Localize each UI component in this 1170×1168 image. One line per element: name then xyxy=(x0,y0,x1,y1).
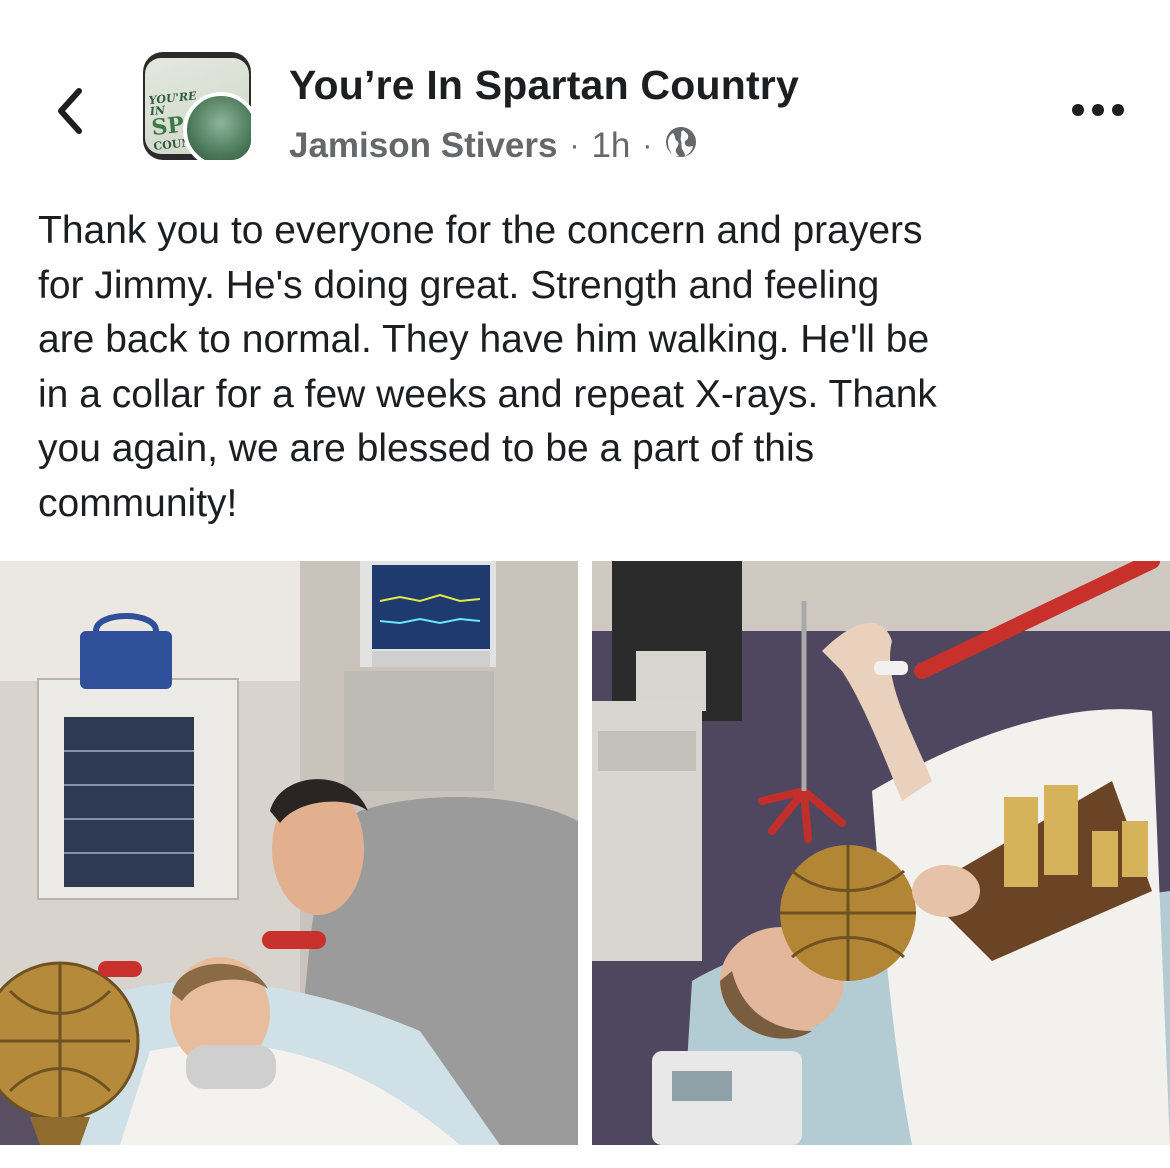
author-name[interactable]: Jamison Stivers xyxy=(289,126,557,166)
hospital-photo-left[interactable] xyxy=(0,561,578,1145)
author-avatar xyxy=(183,92,251,160)
globe-icon xyxy=(664,125,698,168)
hospital-photo-right[interactable] xyxy=(592,561,1170,1145)
page-name[interactable]: You’re In Spartan Country xyxy=(289,62,799,109)
post-time[interactable]: 1h xyxy=(591,126,630,166)
more-options-button[interactable] xyxy=(1068,92,1128,132)
chevron-left-icon xyxy=(55,87,85,140)
meta-separator: · xyxy=(642,129,653,162)
meta-separator: · xyxy=(569,129,580,162)
post-text: Thank you to everyone for the concern an… xyxy=(38,209,937,525)
page-avatar[interactable]: YOU'RE IN SPA COUNT xyxy=(143,52,251,160)
back-button[interactable] xyxy=(40,78,100,148)
post-meta: Jamison Stivers · 1h · xyxy=(289,124,698,168)
more-horizontal-icon xyxy=(1070,103,1126,122)
